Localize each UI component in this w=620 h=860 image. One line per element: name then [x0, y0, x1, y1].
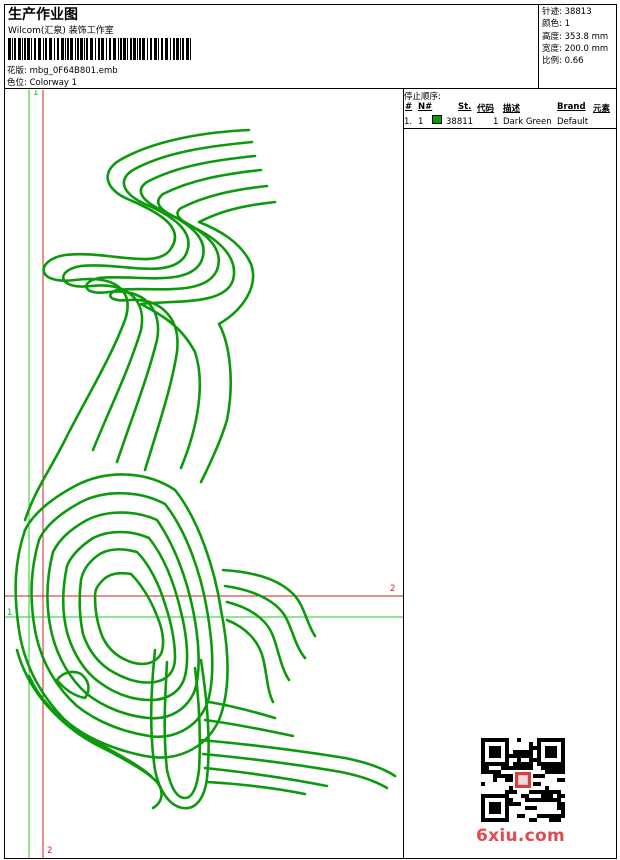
- company-name: Wilcom(汇泉) 装饰工作室: [8, 26, 114, 36]
- colorway-value: Colorway 1: [29, 78, 78, 88]
- guide-label-right: 2: [390, 584, 396, 594]
- stat-height: 高度: 353.8 mm: [542, 31, 609, 42]
- design-filename: mbg_0F64B801.emb: [29, 66, 118, 76]
- thread-color-swatch: [432, 115, 442, 124]
- stat-scale: 比例: 0.66: [542, 56, 584, 67]
- col-num: #: [405, 102, 413, 112]
- embroidery-stitches: [14, 128, 397, 810]
- embroidery-drawing: [5, 90, 403, 858]
- col-brand: Brand: [557, 102, 586, 112]
- barcode: [8, 38, 191, 60]
- stat-width: 宽度: 200.0 mm: [542, 43, 609, 54]
- panel-divider: [403, 88, 404, 859]
- row-num: 1.: [404, 117, 413, 127]
- stats-panel: 针迹: 38813 颜色: 1 高度: 353.8 mm 宽度: 200.0 m…: [542, 6, 608, 67]
- watermark-logo: 6xiu.com: [476, 826, 566, 846]
- col-description: 描述: [503, 104, 521, 114]
- header-divider: [4, 88, 617, 89]
- col-element: 元素: [593, 104, 611, 114]
- col-needle: N#: [418, 102, 433, 112]
- row-code: 1: [493, 117, 499, 127]
- row-needle: 1: [418, 117, 424, 127]
- design-canvas: 1 1 2 2: [5, 90, 403, 858]
- colorway-label: 色位:: [7, 78, 27, 88]
- row-brand: Default: [557, 117, 589, 127]
- table-bottom-rule: [403, 128, 617, 129]
- guide-label-left: 1: [7, 608, 13, 618]
- row-stitches: 38811: [446, 117, 474, 127]
- col-code: 代码: [477, 104, 495, 114]
- qr-code: [481, 738, 565, 822]
- design-line: 花版: mbg_0F64B801.emb: [7, 64, 118, 76]
- design-label: 花版:: [7, 66, 27, 76]
- colorway-line: 色位: Colorway 1: [7, 76, 77, 88]
- stats-divider: [538, 4, 539, 88]
- guide-label-bottom: 2: [47, 846, 53, 856]
- stat-colors: 颜色: 1: [542, 19, 570, 30]
- stat-stitches: 针迹: 38813: [542, 7, 592, 17]
- guide-label-top: 1: [33, 90, 39, 98]
- row-description: Dark Green: [503, 117, 552, 127]
- page-title: 生产作业图: [8, 7, 78, 23]
- col-stitches: St.: [458, 102, 472, 112]
- stop-sequence-title: 停止顺序:: [404, 92, 441, 102]
